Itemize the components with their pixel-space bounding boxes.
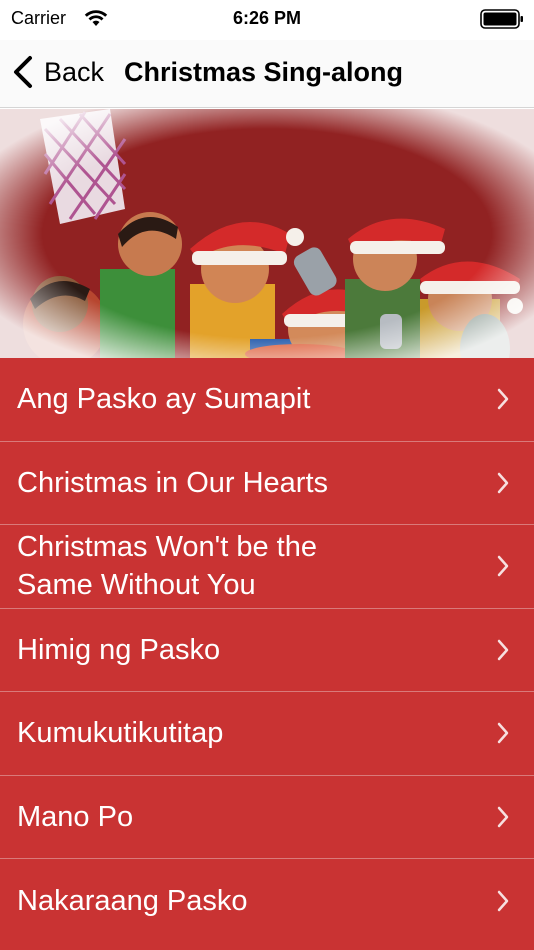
song-row-ang-pasko-ay-sumapit[interactable]: Ang Pasko ay Sumapit [0, 358, 534, 442]
song-title: Christmas in Our Hearts [17, 466, 329, 499]
song-row-nakaraang-pasko[interactable]: Nakaraang Pasko [0, 859, 534, 943]
status-time: 6:26 PM [232, 8, 302, 28]
chevron-right-icon [497, 389, 509, 410]
chevron-left-icon [14, 56, 32, 88]
chevron-right-icon [497, 639, 509, 660]
back-label: Back [44, 56, 105, 87]
battery-icon [480, 9, 523, 29]
chevron-right-icon [497, 556, 509, 577]
song-list: Ang Pasko ay Sumapit Christmas in Our He… [0, 358, 534, 950]
chevron-right-icon [497, 806, 509, 827]
song-row-christmas-wont-be-the-same-without-you[interactable]: Christmas Won't be the Same Without You [0, 525, 534, 609]
back-button[interactable]: Back [12, 54, 104, 90]
page-title: Christmas Sing-along [124, 57, 404, 87]
song-title: Mano Po [17, 800, 134, 833]
caroling-children-illustration [0, 109, 534, 358]
chevron-right-icon [497, 890, 509, 911]
song-row-kumukutikutitap[interactable]: Kumukutikutitap [0, 692, 534, 776]
song-row-mano-po[interactable]: Mano Po [0, 776, 534, 859]
song-title: Kumukutikutitap [17, 717, 224, 750]
song-title: Nakaraang Pasko [17, 884, 248, 917]
song-title: Ang Pasko ay Sumapit [17, 383, 311, 416]
chevron-right-icon [497, 472, 509, 493]
chevron-right-icon [497, 723, 509, 744]
song-row-christmas-in-our-hearts[interactable]: Christmas in Our Hearts [0, 442, 534, 525]
navigation-bar: Back Christmas Sing-along [0, 40, 534, 108]
song-row-himig-ng-pasko[interactable]: Himig ng Pasko [0, 609, 534, 692]
song-title: Himig ng Pasko [17, 633, 221, 666]
hero-illustration [0, 109, 534, 358]
song-title: Christmas Won't be the Same Without You [17, 531, 317, 602]
status-bar: Carrier 6:26 PM [0, 0, 534, 40]
